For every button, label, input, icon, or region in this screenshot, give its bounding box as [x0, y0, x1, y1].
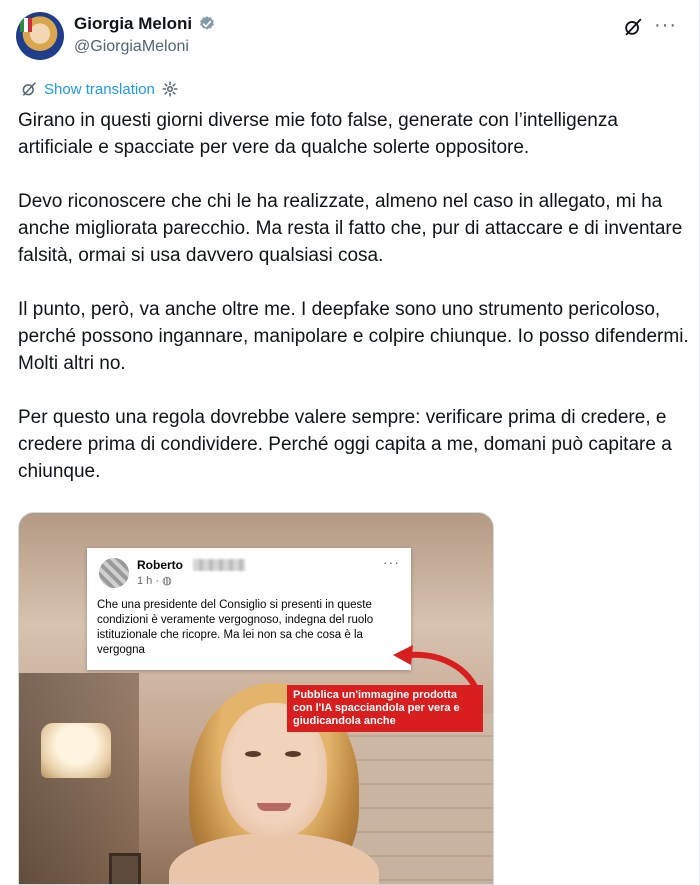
paragraph: Il punto, però, va anche oltre me. I dee…: [18, 299, 689, 374]
embedded-time-text: 1 h ·: [137, 575, 160, 587]
verified-badge-icon: [200, 16, 214, 30]
display-name[interactable]: Giorgia Meloni: [74, 14, 192, 34]
show-translation-link[interactable]: Show translation: [44, 81, 155, 98]
settings-icon[interactable]: [161, 80, 179, 98]
paragraph: Per questo una regola dovrebbe valere se…: [18, 407, 672, 482]
tweet-text: Girano in questi giorni diverse mie foto…: [18, 107, 690, 512]
paragraph: Devo riconoscere che chi le ha realizzat…: [18, 191, 683, 266]
embedded-more-icon: ···: [383, 554, 400, 570]
embedded-post-text: Che una presidente del Consiglio si pres…: [97, 599, 374, 656]
tweet: Giorgia Meloni @GiorgiaMeloni ··· Show t…: [0, 0, 700, 885]
attached-image[interactable]: Roberto 1 h · ◍ ··· Che una presidente d…: [18, 512, 494, 885]
lamp-illustration: [41, 723, 111, 778]
blurred-avatar: [99, 558, 129, 588]
embedded-author: Roberto: [137, 558, 183, 572]
globe-icon: ◍: [162, 575, 172, 587]
author-name-row[interactable]: Giorgia Meloni: [74, 14, 216, 34]
blurred-surname: [193, 559, 245, 571]
annotation-label: Pubblica un'immagine prodotta con l'IA s…: [287, 685, 483, 732]
translate-row[interactable]: Show translation: [20, 80, 179, 98]
embedded-post-card: Roberto 1 h · ◍ ··· Che una presidente d…: [87, 548, 411, 670]
handle[interactable]: @GiorgiaMeloni: [74, 38, 189, 56]
embedded-time: 1 h · ◍: [137, 574, 172, 587]
avatar[interactable]: [16, 12, 64, 60]
grok-icon[interactable]: [622, 16, 644, 38]
paragraph: Girano in questi giorni diverse mie foto…: [18, 110, 618, 158]
translate-icon: [22, 82, 36, 96]
more-icon[interactable]: ···: [654, 14, 680, 36]
